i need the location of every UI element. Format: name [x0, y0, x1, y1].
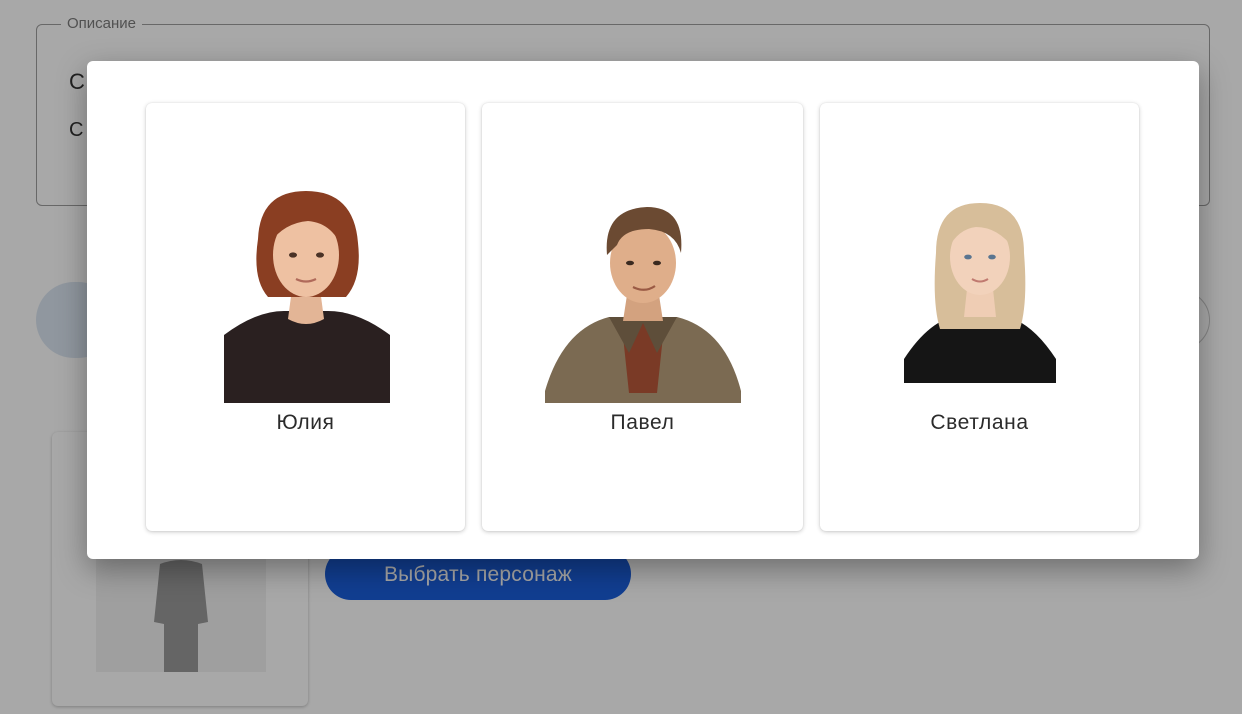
male-portrait-jacket-icon [544, 207, 741, 403]
persona-name: Юлия [276, 411, 335, 434]
persona-card-svetlana[interactable]: Светлана [820, 103, 1139, 531]
persona-picker-dialog: Юлия Павел Светлана [87, 61, 1199, 559]
page: Описание С С Выбрать персонаж Юлия Павел… [0, 0, 1242, 714]
female-portrait-short-hair-icon [223, 191, 390, 403]
persona-card-yulia[interactable]: Юлия [146, 103, 465, 531]
persona-card-pavel[interactable]: Павел [482, 103, 803, 531]
persona-name: Светлана [930, 411, 1029, 434]
persona-name: Павел [610, 411, 675, 434]
female-portrait-blonde-icon [903, 203, 1056, 383]
